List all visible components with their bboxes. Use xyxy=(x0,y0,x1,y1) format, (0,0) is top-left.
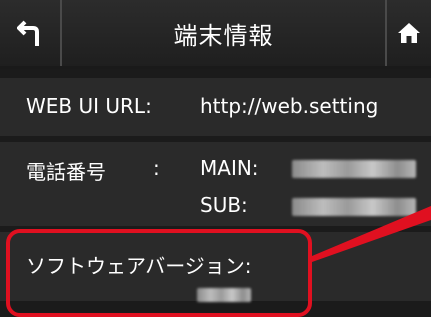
callout-pointer xyxy=(312,206,431,262)
